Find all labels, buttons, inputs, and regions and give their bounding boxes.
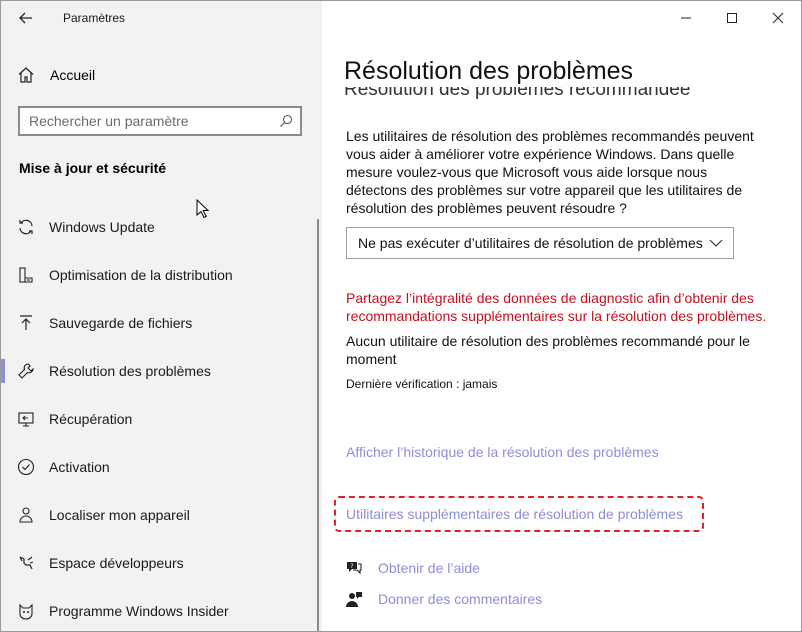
sidebar-item-troubleshoot[interactable]: Résolution des problèmes xyxy=(1,347,317,395)
page-title: Résolution des problèmes xyxy=(344,57,634,85)
activation-check-icon xyxy=(17,458,35,476)
diagnostic-data-warning: Partagez l’intégralité des données de di… xyxy=(346,290,767,324)
home-nav-item[interactable]: Accueil xyxy=(17,63,307,87)
troubleshoot-description: Les utilitaires de résolution des problè… xyxy=(346,128,754,216)
troubleshoot-history-link[interactable]: Afficher l’historique de la résolution d… xyxy=(346,444,659,460)
backup-arrow-icon xyxy=(17,314,35,332)
search-box[interactable] xyxy=(18,106,302,136)
sync-icon xyxy=(17,218,35,236)
person-locate-icon xyxy=(17,506,35,524)
dropdown-selected-value: Ne pas exécuter d’utilitaires de résolut… xyxy=(358,235,703,251)
sidebar-item-label: Windows Update xyxy=(49,219,155,235)
sidebar-item-find-my-device[interactable]: Localiser mon appareil xyxy=(1,491,317,539)
sidebar-item-activation[interactable]: Activation xyxy=(1,443,317,491)
wrench-icon xyxy=(17,362,35,380)
help-chat-icon: ? xyxy=(344,558,364,578)
feedback-row[interactable]: Donner des commentaires xyxy=(344,589,542,609)
chevron-down-icon xyxy=(709,239,723,247)
app-title: Paramètres xyxy=(63,11,126,25)
delivery-optimization-icon xyxy=(17,266,35,284)
sidebar-item-recovery[interactable]: Récupération xyxy=(1,395,317,443)
sidebar-item-label: Sauvegarde de fichiers xyxy=(49,315,193,331)
home-label: Accueil xyxy=(50,67,96,83)
mouse-cursor-icon xyxy=(196,199,209,219)
svg-text:?: ? xyxy=(350,563,353,570)
sidebar-item-developers[interactable]: Espace développeurs xyxy=(1,539,317,587)
insider-cat-icon xyxy=(17,602,35,620)
get-help-row[interactable]: ? Obtenir de l’aide xyxy=(344,558,480,578)
no-recommendation-text: Aucun utilitaire de résolution des probl… xyxy=(346,333,750,367)
search-input[interactable] xyxy=(20,112,272,130)
sidebar-item-label: Résolution des problèmes xyxy=(49,363,211,379)
sidebar-item-windows-insider[interactable]: Programme Windows Insider xyxy=(1,587,317,631)
sidebar-item-label: Récupération xyxy=(49,411,133,427)
sidebar-item-windows-update[interactable]: Windows Update xyxy=(1,203,317,251)
back-arrow-icon xyxy=(19,12,32,24)
search-icon[interactable] xyxy=(272,114,300,128)
feedback-person-icon xyxy=(344,589,364,609)
main-content: Résolution des problèmes recommandée Rés… xyxy=(322,1,801,631)
sidebar-nav: Windows Update Optimisation de la distri… xyxy=(1,203,317,631)
recovery-icon xyxy=(17,410,35,428)
sidebar: Paramètres Accueil Mise à jour et sécuri… xyxy=(1,1,322,631)
back-button[interactable] xyxy=(15,7,37,29)
developer-tools-icon xyxy=(17,554,35,572)
settings-window: Paramètres Accueil Mise à jour et sécuri… xyxy=(0,0,802,632)
sidebar-item-label: Activation xyxy=(49,459,110,475)
get-help-link[interactable]: Obtenir de l’aide xyxy=(378,560,480,576)
home-icon xyxy=(18,67,34,83)
sidebar-scrollbar[interactable] xyxy=(317,219,319,631)
sidebar-item-label: Programme Windows Insider xyxy=(49,603,229,619)
give-feedback-link[interactable]: Donner des commentaires xyxy=(378,591,542,607)
additional-troubleshooters-link[interactable]: Utilitaires supplémentaires de résolutio… xyxy=(346,506,683,522)
section-title: Mise à jour et sécurité xyxy=(19,160,167,176)
last-check-text: Dernière vérification : jamais xyxy=(346,377,498,391)
sidebar-item-label: Espace développeurs xyxy=(49,555,184,571)
troubleshoot-preference-dropdown[interactable]: Ne pas exécuter d’utilitaires de résolut… xyxy=(346,227,734,259)
sidebar-item-label: Optimisation de la distribution xyxy=(49,267,233,283)
sidebar-item-label: Localiser mon appareil xyxy=(49,507,190,523)
sidebar-item-delivery-optimization[interactable]: Optimisation de la distribution xyxy=(1,251,317,299)
sidebar-item-backup[interactable]: Sauvegarde de fichiers xyxy=(1,299,317,347)
